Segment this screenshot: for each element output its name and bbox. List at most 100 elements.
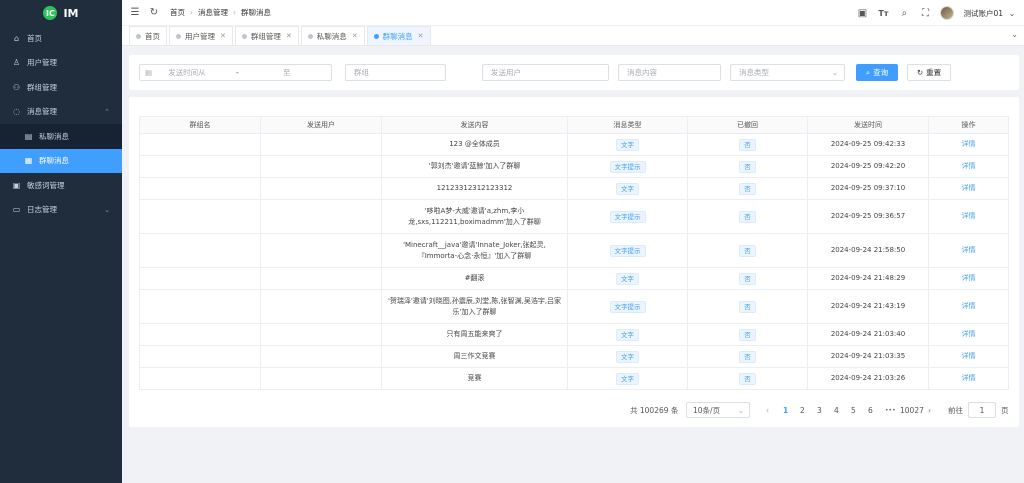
detail-link[interactable]: 详情: [962, 184, 976, 192]
layout-icon[interactable]: ▣: [856, 7, 868, 19]
refresh-icon[interactable]: ↻: [148, 7, 160, 19]
detail-link[interactable]: 详情: [962, 302, 976, 310]
tab[interactable]: 群聊消息 ✕: [366, 26, 431, 45]
sidebar-item[interactable]: ▦ 群聊消息: [0, 148, 122, 173]
tabs-menu-chevron-icon[interactable]: ⌄: [1011, 30, 1018, 39]
sidebar-item-label: 私聊消息: [39, 131, 69, 141]
content-cell-wrap: 12123312312123312: [381, 177, 568, 200]
detail-link[interactable]: 详情: [962, 246, 976, 254]
detail-link[interactable]: 详情: [962, 274, 976, 282]
date-range-picker[interactable]: ▦ 发送时间从 - 至: [139, 64, 332, 81]
page-number-button[interactable]: 5: [851, 402, 856, 418]
recalled-tag: 否: [739, 372, 756, 385]
user-name[interactable]: 测试账户01: [963, 8, 1003, 19]
close-icon[interactable]: ✕: [352, 32, 358, 40]
tab[interactable]: 群组管理 ✕: [234, 26, 299, 45]
message-icon: ◌: [13, 107, 20, 117]
detail-link[interactable]: 详情: [962, 162, 976, 170]
message-table: 群组名 发送用户 发送内容 消息类型 已撤回 发送时间 操作 123 @全体成员…: [139, 116, 1009, 390]
page-number-button[interactable]: 2: [800, 402, 805, 418]
detail-link-wrap: 详情: [928, 133, 1009, 156]
content-cell: 'Minecraft__java'邀请'Innate_Joker,张起灵,『Im…: [403, 240, 546, 260]
reset-button[interactable]: ↻ 重置: [907, 64, 951, 81]
table-panel: 群组名 发送用户 发送内容 消息类型 已撤回 发送时间 操作 123 @全体成员…: [129, 97, 1019, 427]
group-chat-icon: ▦: [24, 156, 33, 166]
last-page-button[interactable]: 10027: [900, 402, 924, 418]
page-number-button[interactable]: 6: [868, 402, 873, 418]
recalled-tag: 否: [739, 138, 756, 151]
close-icon[interactable]: ✕: [220, 32, 226, 40]
content-cell-wrap: #翻滚: [381, 267, 568, 290]
column-header: 已撤回: [687, 116, 808, 134]
tab-label: 用户管理: [185, 31, 215, 41]
detail-link-wrap: 详情: [928, 233, 1009, 268]
send-time-cell: 2024-09-24 21:03:40: [830, 330, 906, 338]
message-type-tag: 文字: [616, 182, 639, 195]
send-time-cell-wrap: 2024-09-24 21:43:19: [807, 289, 929, 324]
query-button[interactable]: ⌕ 查询: [856, 64, 898, 81]
topbar-actions: ▣ Tт ⌕ ⛶ 测试账户01 ⌄: [856, 0, 1018, 26]
page-number-button[interactable]: 1: [783, 402, 788, 418]
message-type-tag: 文字提示: [609, 210, 646, 223]
message-type-tag-wrap: 文字提示: [567, 289, 688, 324]
sender-cell-wrap: [260, 233, 382, 268]
detail-link-wrap: 详情: [928, 345, 1009, 368]
fullscreen-icon[interactable]: ⛶: [919, 7, 931, 19]
chevron-down-icon[interactable]: ⌄: [1006, 7, 1018, 19]
content-cell: 只有周五能来爽了: [446, 330, 503, 338]
page-number-button[interactable]: 4: [834, 402, 839, 418]
detail-link[interactable]: 详情: [962, 374, 976, 382]
content-cell: 周三作文竞赛: [453, 352, 496, 360]
page-size-select[interactable]: 10条/页 ⌄: [686, 402, 750, 418]
group-input[interactable]: 群组: [345, 64, 446, 81]
group-cell-wrap: [139, 155, 261, 178]
sidebar-item[interactable]: ♙ 用户管理: [0, 51, 122, 76]
tab-status-dot: [136, 33, 141, 39]
send-time-cell: 2024-09-24 21:48:29: [830, 274, 906, 282]
sidebar-item[interactable]: ▤ 私聊消息: [0, 124, 122, 149]
tab[interactable]: 私聊消息 ✕: [300, 26, 365, 45]
search-icon[interactable]: ⌕: [898, 7, 910, 19]
tab[interactable]: 首页: [129, 26, 167, 45]
sidebar-item[interactable]: ⚇ 群组管理: [0, 75, 122, 100]
more-pages-icon[interactable]: •••: [885, 402, 896, 418]
close-icon[interactable]: ✕: [286, 32, 292, 40]
column-header: 发送内容: [381, 116, 568, 134]
prev-page-icon[interactable]: ‹: [766, 402, 769, 418]
close-icon[interactable]: ✕: [418, 32, 424, 40]
font-size-icon[interactable]: Tт: [877, 7, 889, 19]
menu-collapse-icon[interactable]: ☰: [129, 7, 141, 19]
avatar[interactable]: [940, 6, 955, 20]
detail-link[interactable]: 详情: [962, 330, 976, 338]
page-number-button[interactable]: 3: [817, 402, 822, 418]
content-cell-wrap: 123 @全体成员: [381, 133, 568, 156]
sender-input[interactable]: 发送用户: [482, 64, 609, 81]
table-row: 周三作文竞赛 文字 否 2024-09-24 21:03:35 详情: [139, 345, 1009, 368]
next-page-icon[interactable]: ›: [928, 402, 931, 418]
detail-link-wrap: 详情: [928, 199, 1009, 234]
end-date-input[interactable]: 至: [283, 67, 291, 78]
sidebar-item[interactable]: ⌂ 首页: [0, 26, 122, 51]
send-time-cell-wrap: 2024-09-25 09:42:20: [807, 155, 929, 178]
detail-link[interactable]: 详情: [962, 352, 976, 360]
sidebar-item[interactable]: ▭ 日志管理 ⌄: [0, 198, 122, 223]
content-cell: '哆啦A梦-大威'邀请'a,zhm,李小龙,sxs,112211,boximad…: [408, 206, 541, 226]
tab[interactable]: 用户管理 ✕: [169, 26, 233, 45]
recalled-tag: 否: [739, 210, 756, 223]
content-cell: 竞赛: [467, 374, 482, 382]
detail-link[interactable]: 详情: [962, 212, 976, 220]
sidebar-item[interactable]: ◌ 消息管理 ⌃: [0, 100, 122, 125]
message-type-select[interactable]: 消息类型 ⌄: [730, 64, 845, 81]
breadcrumb-item[interactable]: 首页: [170, 7, 185, 18]
breadcrumb-item[interactable]: 消息管理: [198, 7, 228, 18]
chevron-down-icon: ⌄: [104, 205, 110, 214]
group-cell-wrap: [139, 289, 261, 324]
sidebar-item[interactable]: ▣ 敏感词管理: [0, 173, 122, 198]
start-date-input[interactable]: 发送时间从: [168, 67, 206, 78]
detail-link[interactable]: 详情: [962, 140, 976, 148]
message-type-tag: 文字: [616, 350, 639, 363]
message-type-tag-wrap: 文字提示: [567, 155, 688, 178]
jump-page-input[interactable]: 1: [968, 402, 996, 418]
content-input[interactable]: 消息内容: [618, 64, 721, 81]
message-type-tag-wrap: 文字: [567, 345, 688, 368]
